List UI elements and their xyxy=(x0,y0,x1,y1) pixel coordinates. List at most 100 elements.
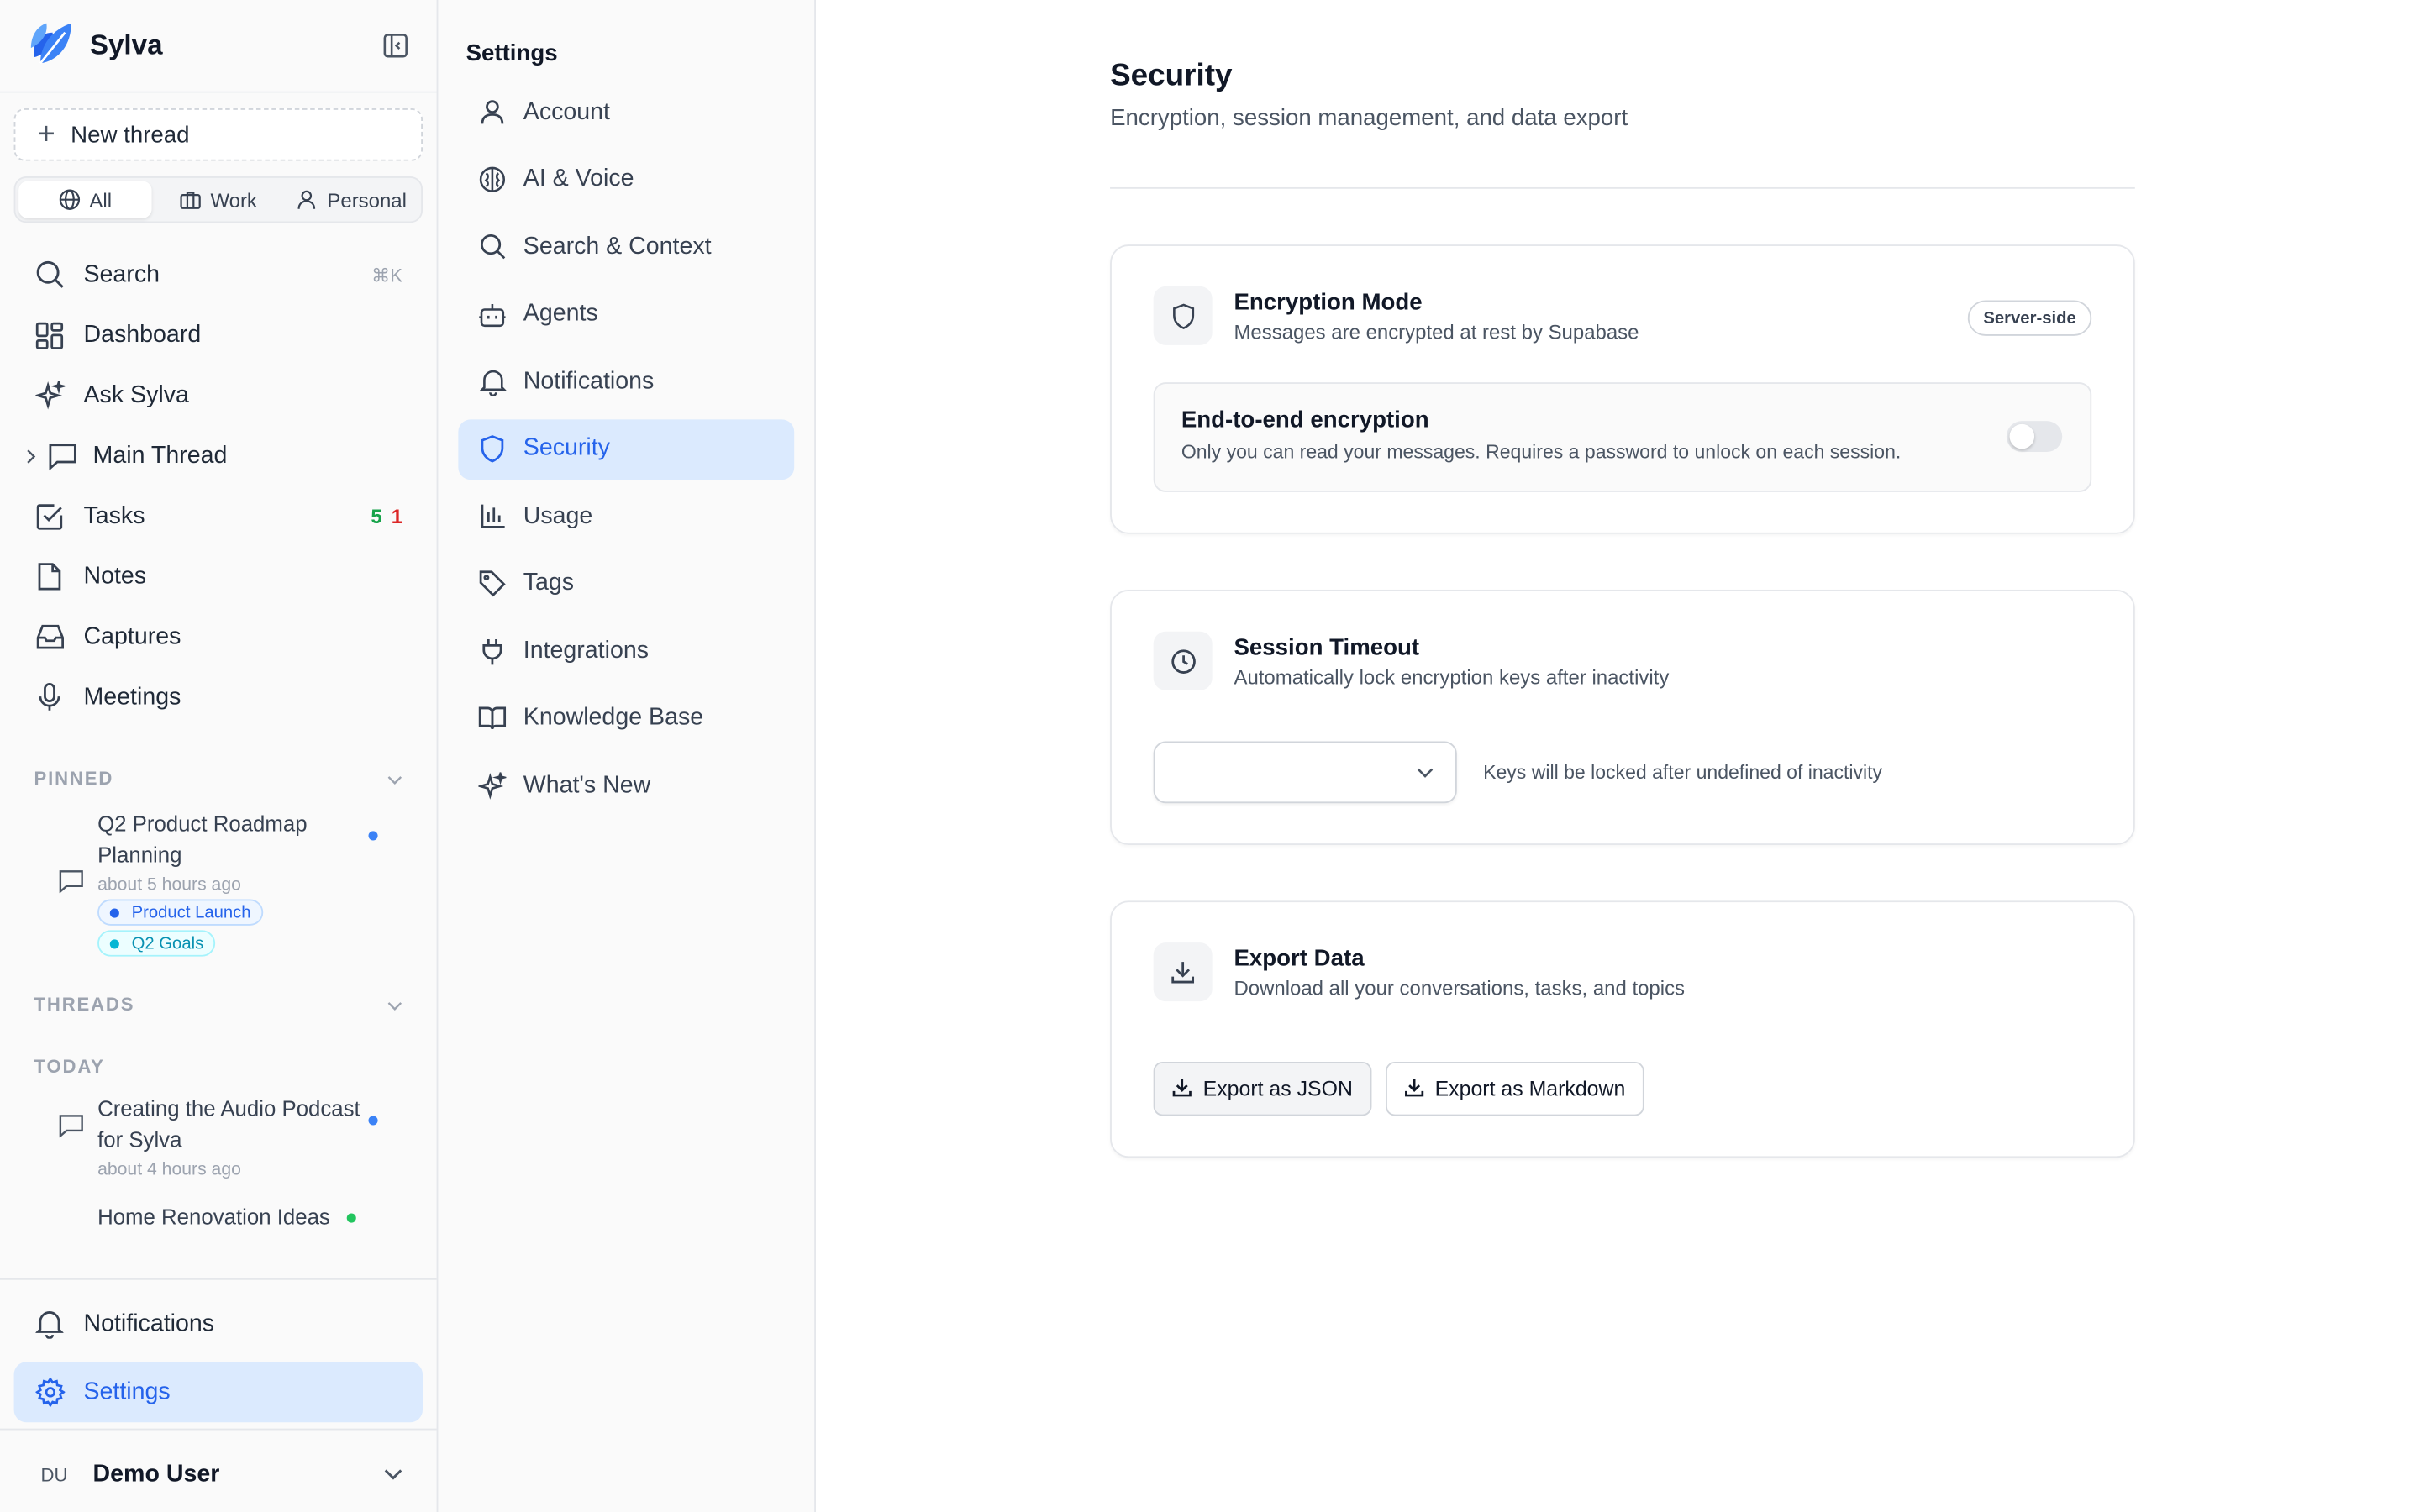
export-data-card: Export Data Download all your conversati… xyxy=(1110,900,2135,1158)
session-timeout-card: Session Timeout Automatically lock encry… xyxy=(1110,589,2135,846)
search-icon xyxy=(34,260,66,291)
brain-icon xyxy=(476,164,508,195)
pinned-thread-item[interactable]: Q2 Product Roadmap Planning about 5 hour… xyxy=(0,808,437,957)
export-json-button[interactable]: Export as JSON xyxy=(1153,1061,1372,1116)
search-shortcut: ⌘K xyxy=(371,264,403,286)
app-name: Sylva xyxy=(89,29,163,60)
download-icon xyxy=(1153,942,1213,1002)
nav-dashboard[interactable]: Dashboard xyxy=(0,305,437,365)
thread-item[interactable]: Creating the Audio Podcast for Sylva abo… xyxy=(0,1093,437,1179)
encryption-mode-badge: Server-side xyxy=(1967,300,2092,336)
plug-icon xyxy=(476,635,508,666)
app-window: Sylva + New thread All Work Personal Sea… xyxy=(0,0,2420,1512)
message-square-icon xyxy=(59,1115,83,1146)
e2e-toggle[interactable] xyxy=(2006,421,2063,453)
sidebar: Sylva + New thread All Work Personal Sea… xyxy=(0,0,439,1512)
tag-q2-goals[interactable]: Q2 Goals xyxy=(97,930,216,957)
settings-nav-knowledge-base[interactable]: Knowledge Base xyxy=(458,688,794,748)
thread-item[interactable]: Home Renovation Ideas xyxy=(0,1201,437,1232)
user-menu[interactable]: DU Demo User xyxy=(0,1428,437,1512)
session-timeout-subtitle: Automatically lock encryption keys after… xyxy=(1234,665,1670,689)
message-square-icon xyxy=(46,440,77,471)
encryption-mode-subtitle: Messages are encrypted at rest by Supaba… xyxy=(1234,320,1639,344)
scope-personal-button[interactable]: Personal xyxy=(285,181,418,218)
thread-title: Creating the Audio Podcast for Sylva xyxy=(97,1095,360,1152)
settings-nav-search-context[interactable]: Search & Context xyxy=(458,217,794,277)
book-icon xyxy=(476,702,508,733)
settings-nav-ai-voice[interactable]: AI & Voice xyxy=(458,150,794,210)
inbox-icon xyxy=(34,622,66,653)
new-thread-button[interactable]: + New thread xyxy=(13,108,424,161)
download-icon xyxy=(1404,1076,1424,1100)
gear-icon xyxy=(34,1377,66,1408)
clock-icon xyxy=(1153,631,1213,690)
chevron-right-icon[interactable] xyxy=(24,448,43,463)
check-square-icon xyxy=(34,501,66,532)
tasks-open-count: 5 xyxy=(371,504,382,528)
thread-title: Q2 Product Roadmap Planning xyxy=(97,811,308,867)
nav-meetings[interactable]: Meetings xyxy=(0,667,437,727)
shield-icon xyxy=(1153,286,1213,345)
threads-section-header[interactable]: THREADS xyxy=(0,981,437,1027)
nav-settings[interactable]: Settings xyxy=(13,1362,424,1423)
e2e-subtitle: Only you can read your messages. Require… xyxy=(1181,441,1902,463)
user-name: Demo User xyxy=(92,1460,220,1487)
settings-nav-notifications[interactable]: Notifications xyxy=(458,351,794,412)
unread-dot xyxy=(368,831,378,841)
scope-work-button[interactable]: Work xyxy=(152,181,285,218)
nav-notes[interactable]: Notes xyxy=(0,546,437,606)
settings-nav-integrations[interactable]: Integrations xyxy=(458,621,794,681)
bell-icon xyxy=(476,366,508,397)
settings-nav-account[interactable]: Account xyxy=(458,82,794,143)
export-data-title: Export Data xyxy=(1234,945,1365,973)
dashboard-icon xyxy=(34,319,66,350)
e2e-title: End-to-end encryption xyxy=(1181,407,1429,433)
chevron-down-icon[interactable] xyxy=(384,1460,402,1488)
settings-nav-whats-new[interactable]: What's New xyxy=(458,755,794,816)
thread-title: Home Renovation Ideas xyxy=(97,1204,330,1229)
encryption-mode-card: Encryption Mode Messages are encrypted a… xyxy=(1110,244,2135,534)
collapse-sidebar-icon[interactable] xyxy=(378,29,413,63)
main-content: Security Encryption, session management,… xyxy=(815,0,2420,1512)
session-timeout-hint: Keys will be locked after undefined of i… xyxy=(1483,761,1883,784)
nav-captures[interactable]: Captures xyxy=(0,606,437,667)
unread-dot xyxy=(368,1116,378,1126)
sylva-logo-icon[interactable] xyxy=(24,15,77,77)
settings-nav-usage[interactable]: Usage xyxy=(458,486,794,547)
security-settings: Security Encryption, session management,… xyxy=(1110,59,2135,1158)
message-square-icon xyxy=(59,869,83,900)
export-data-subtitle: Download all your conversations, tasks, … xyxy=(1234,976,1686,1000)
scope-all-button[interactable]: All xyxy=(18,181,152,218)
pinned-section-header[interactable]: PINNED xyxy=(0,755,437,801)
chevron-down-icon[interactable] xyxy=(387,768,402,790)
plus-icon: + xyxy=(37,118,55,152)
thread-time: about 4 hours ago xyxy=(97,1160,241,1179)
tag-product-launch[interactable]: Product Launch xyxy=(97,899,264,926)
chevron-down-icon[interactable] xyxy=(387,994,402,1016)
nav-main-thread[interactable]: Main Thread xyxy=(0,426,437,486)
page-subtitle: Encryption, session management, and data… xyxy=(1110,105,1628,132)
sidebar-footer: Notifications Settings DU Demo User xyxy=(0,1278,437,1487)
sparkles-icon xyxy=(34,380,66,411)
session-timeout-select[interactable] xyxy=(1153,741,1457,804)
nav-ask-sylva[interactable]: Ask Sylva xyxy=(0,365,437,426)
nav-tasks[interactable]: Tasks 51 xyxy=(0,486,437,547)
bell-icon xyxy=(34,1309,66,1340)
settings-title: Settings xyxy=(466,39,558,67)
tasks-overdue-count: 1 xyxy=(391,504,403,528)
user-icon xyxy=(298,190,316,209)
export-markdown-button[interactable]: Export as Markdown xyxy=(1385,1061,1644,1116)
briefcase-icon xyxy=(180,192,201,209)
new-thread-label: New thread xyxy=(71,121,190,148)
sparkles-icon xyxy=(476,770,508,801)
settings-nav-agents[interactable]: Agents xyxy=(458,284,794,344)
shield-icon xyxy=(476,433,508,465)
settings-nav-tags[interactable]: Tags xyxy=(458,554,794,614)
nav-notifications[interactable]: Notifications xyxy=(0,1294,437,1354)
microphone-icon xyxy=(34,682,66,713)
task-counts: 51 xyxy=(371,505,402,528)
settings-nav-security[interactable]: Security xyxy=(458,418,795,480)
brand-header: Sylva xyxy=(0,0,437,93)
scope-filter: All Work Personal xyxy=(13,176,424,223)
nav-search[interactable]: Search ⌘K xyxy=(0,244,437,305)
